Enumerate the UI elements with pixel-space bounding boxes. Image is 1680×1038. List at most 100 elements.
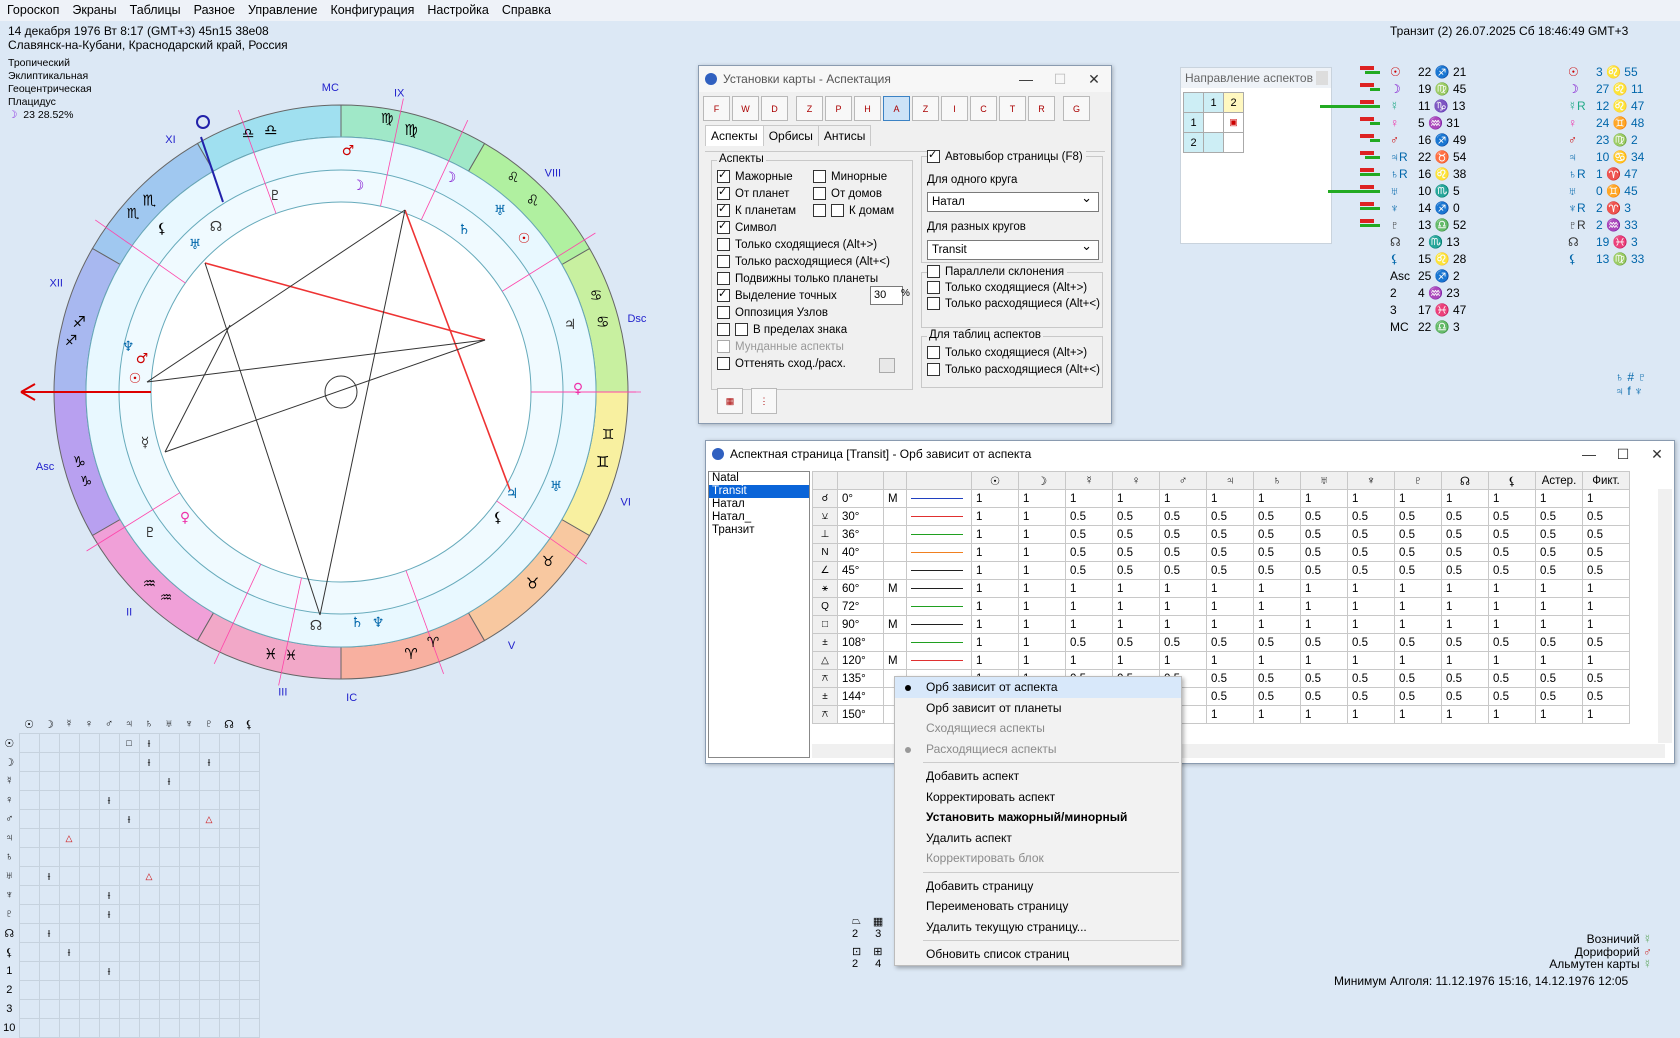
grid-cell[interactable] <box>98 923 120 943</box>
grid-cell[interactable] <box>218 904 240 924</box>
natal-planet-row[interactable]: ♃R 22 ♉ 54 <box>1390 149 1466 166</box>
grid-cell[interactable] <box>58 752 80 772</box>
grid-cell[interactable] <box>238 752 260 772</box>
tool-button-f[interactable]: F <box>703 96 730 121</box>
grid-cell[interactable] <box>238 942 260 962</box>
orb-cell[interactable]: 0.5 <box>1535 525 1583 544</box>
orb-cell[interactable]: 0.5 <box>1347 525 1395 544</box>
grid-cell[interactable] <box>98 866 120 886</box>
transit-planet-row[interactable]: ⚸ 13 ♍ 33 <box>1568 251 1644 268</box>
grid-cell[interactable] <box>178 771 200 791</box>
aspect-line-color[interactable] <box>906 597 972 616</box>
transit-planet-row[interactable]: ♅ 0 ♊ 45 <box>1568 183 1644 200</box>
grid-cell[interactable] <box>198 961 220 981</box>
grid-cell[interactable] <box>58 847 80 867</box>
grid-cell[interactable] <box>78 961 100 981</box>
table-row[interactable]: □ 90° M 1 1 1 1 1 1 1 1 1 1 1 1 1 1 <box>812 615 1630 634</box>
orb-cell[interactable]: 0.5 <box>1441 525 1489 544</box>
orb-cell[interactable]: 0.5 <box>1065 525 1113 544</box>
natal-planet-row[interactable]: ♄R 16 ♌ 38 <box>1390 166 1466 183</box>
orb-cell[interactable]: 0.5 <box>1206 525 1254 544</box>
grid-cell[interactable] <box>158 923 180 943</box>
grid-cell[interactable] <box>158 999 180 1019</box>
grid-cell[interactable] <box>18 790 40 810</box>
grid-cell[interactable]: △ <box>198 809 220 829</box>
orb-cell[interactable]: 0.5 <box>1535 669 1583 688</box>
orb-cell[interactable]: 1 <box>1441 489 1489 508</box>
grid-cell[interactable] <box>158 961 180 981</box>
grid-cell[interactable] <box>38 847 60 867</box>
orb-cell[interactable]: 1 <box>1159 489 1207 508</box>
grid-cell[interactable] <box>18 923 40 943</box>
orb-cell[interactable]: 0.5 <box>1300 543 1348 562</box>
aspect-line-color[interactable] <box>906 543 972 562</box>
grid-cell[interactable] <box>38 733 60 753</box>
orb-cell[interactable]: 1 <box>1441 597 1489 616</box>
orb-cell[interactable]: 0.5 <box>1488 525 1536 544</box>
orb-cell[interactable]: 1 <box>1582 615 1630 634</box>
option-checkbox[interactable]: Символ <box>717 219 890 236</box>
orb-cell[interactable]: 0.5 <box>1441 543 1489 562</box>
grid-cell[interactable]: ⫲ <box>138 733 160 753</box>
orb-cell[interactable]: 1 <box>1488 705 1536 724</box>
context-menu-item[interactable]: Добавить страницу <box>895 876 1181 897</box>
major-flag[interactable]: M <box>883 615 907 634</box>
orb-cell[interactable]: 0.5 <box>1535 543 1583 562</box>
orb-cell[interactable]: 1 <box>1253 579 1301 598</box>
column-header[interactable]: ☉ <box>971 471 1019 490</box>
grid-cell[interactable] <box>18 847 40 867</box>
grid-cell[interactable] <box>98 980 120 1000</box>
tab-antis[interactable]: Антисы <box>817 125 872 146</box>
orb-cell[interactable]: 1 <box>1112 597 1160 616</box>
grid-cell[interactable] <box>58 809 80 829</box>
orb-cell[interactable]: 0.5 <box>1206 687 1254 706</box>
grid-cell[interactable] <box>218 828 240 848</box>
grid-cell[interactable] <box>18 771 40 791</box>
orb-cell[interactable]: 0.5 <box>1582 561 1630 580</box>
orb-cell[interactable]: 1 <box>1347 615 1395 634</box>
option-checkbox[interactable]: Оппозиция Узлов <box>717 304 890 321</box>
orb-cell[interactable]: 1 <box>1441 651 1489 670</box>
table-row[interactable]: ⚹ 60° M 1 1 1 1 1 1 1 1 1 1 1 1 1 1 <box>812 579 1630 598</box>
orb-cell[interactable]: 0.5 <box>1441 507 1489 526</box>
orb-cell[interactable]: 1 <box>1206 579 1254 598</box>
natal-planet-row[interactable]: ☊ 2 ♏ 13 <box>1390 234 1466 251</box>
grid-cell[interactable] <box>78 790 100 810</box>
grid-cell[interactable]: ⫲ <box>138 752 160 772</box>
menu-screens[interactable]: Экраны <box>65 0 122 17</box>
grid-cell[interactable] <box>18 904 40 924</box>
grid-cell[interactable] <box>238 771 260 791</box>
aspect-line-color[interactable] <box>906 651 972 670</box>
orb-cell[interactable]: 0.5 <box>1300 669 1348 688</box>
grid-cell[interactable]: □ <box>118 733 140 753</box>
grid-cell[interactable] <box>98 771 120 791</box>
grid-cell[interactable] <box>38 771 60 791</box>
page-item[interactable]: Натал_ <box>709 511 809 524</box>
orb-cell[interactable]: 1 <box>1535 615 1583 634</box>
natal-planet-row[interactable]: ♀ 5 ♒ 31 <box>1390 115 1466 132</box>
orb-cell[interactable]: 0.5 <box>1394 687 1442 706</box>
grid-cell[interactable] <box>198 828 220 848</box>
orb-cell[interactable]: 0.5 <box>1253 543 1301 562</box>
major-flag[interactable] <box>883 525 907 544</box>
grid-cell[interactable] <box>198 866 220 886</box>
orb-cell[interactable]: 1 <box>1488 615 1536 634</box>
grid-cell[interactable] <box>238 866 260 886</box>
orb-cell[interactable]: 0.5 <box>1159 543 1207 562</box>
grid-cell[interactable] <box>238 885 260 905</box>
grid-cell[interactable] <box>18 752 40 772</box>
major-flag[interactable] <box>883 561 907 580</box>
orb-cell[interactable]: 1 <box>971 615 1019 634</box>
orb-cell[interactable]: 1 <box>1018 489 1066 508</box>
grid-cell[interactable] <box>178 1018 200 1038</box>
orb-cell[interactable]: 0.5 <box>1535 561 1583 580</box>
grid-cell[interactable] <box>58 1018 80 1038</box>
orb-cell[interactable]: 1 <box>1535 705 1583 724</box>
orb-cell[interactable]: 1 <box>1253 615 1301 634</box>
grid-cell[interactable] <box>238 999 260 1019</box>
natal-planet-row[interactable]: ♂ 16 ♐ 49 <box>1390 132 1466 149</box>
orb-cell[interactable]: 1 <box>1582 489 1630 508</box>
aspect-line-color[interactable] <box>906 507 972 526</box>
major-flag[interactable] <box>883 597 907 616</box>
transit-planet-row[interactable]: ☿R 12 ♌ 47 <box>1568 98 1644 115</box>
